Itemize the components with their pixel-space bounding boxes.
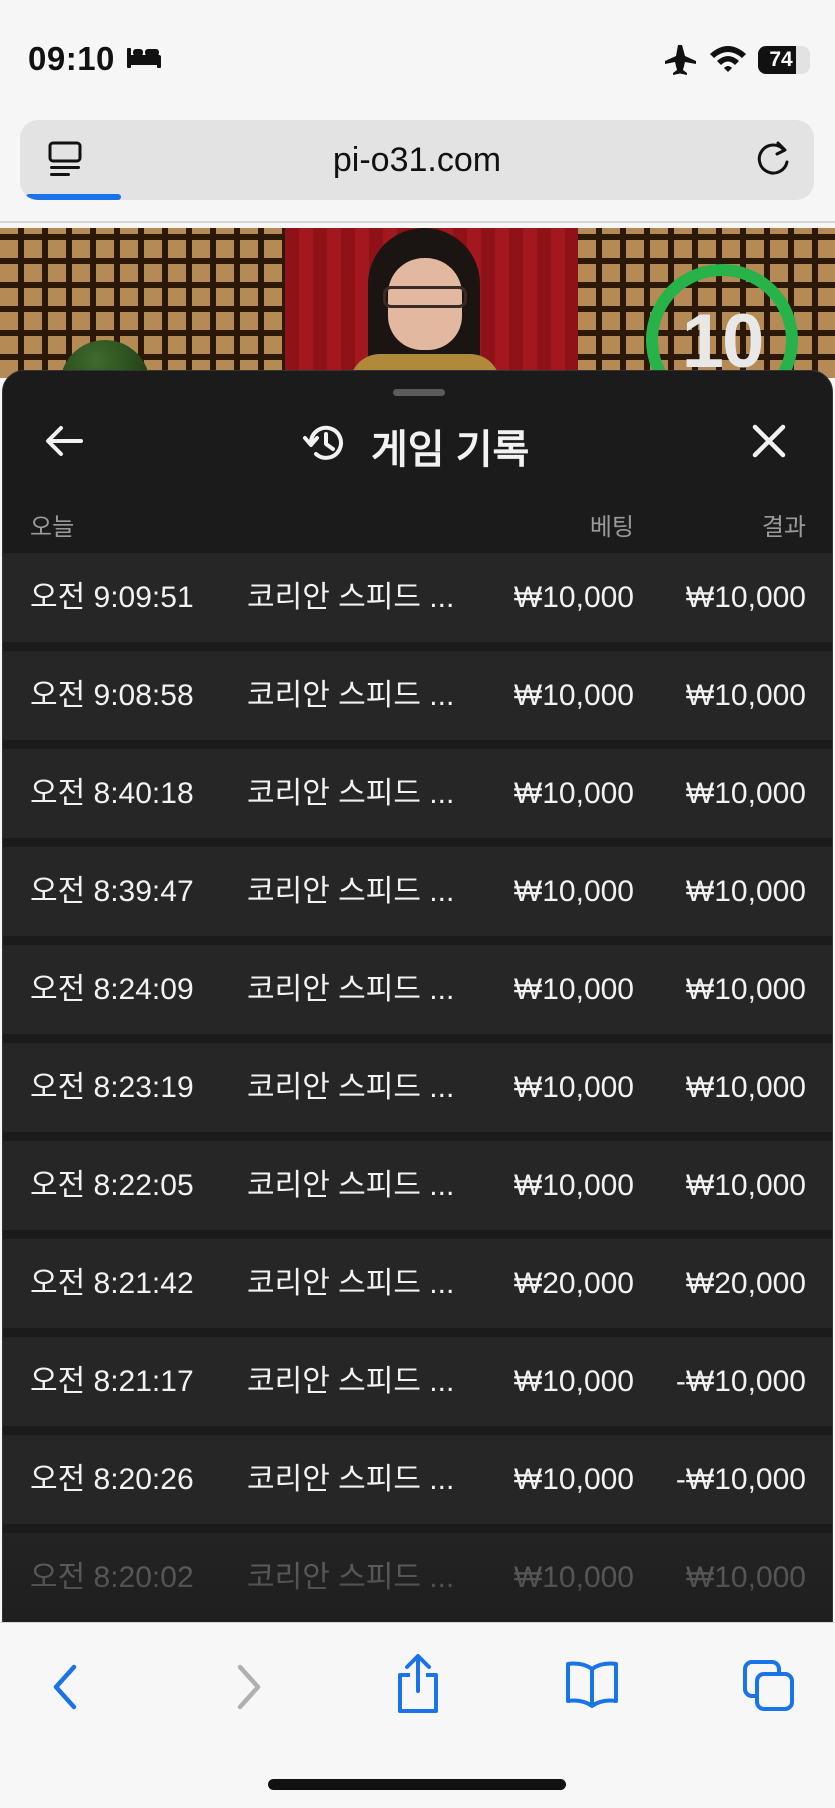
row-time: 오전 8:39:47	[30, 875, 194, 908]
live-video[interactable]: 10	[0, 228, 835, 378]
row-time: 오전 8:21:17	[30, 1365, 194, 1398]
row-result: -₩10,000	[675, 1365, 806, 1398]
row-result: ₩10,000	[685, 777, 806, 810]
sheet-grabber[interactable]	[393, 389, 445, 396]
row-bet: ₩10,000	[513, 1169, 634, 1202]
browser-toolbar	[0, 1622, 835, 1808]
history-row[interactable]: 오전 8:24:09 코리안 스피드 ... ₩10,000 ₩10,000	[3, 945, 832, 1034]
row-bet: ₩10,000	[513, 973, 634, 1006]
history-list: 오전 9:09:51 코리안 스피드 ... ₩10,000 ₩10,000 오…	[3, 553, 832, 1623]
row-game: 코리안 스피드 ...	[247, 1169, 455, 1202]
history-row[interactable]: 오전 8:23:19 코리안 스피드 ... ₩10,000 ₩10,000	[3, 1043, 832, 1132]
row-time: 오전 8:22:05	[30, 1169, 194, 1202]
row-bet: ₩10,000	[513, 875, 634, 908]
row-game: 코리안 스피드 ...	[247, 875, 455, 908]
divider	[0, 221, 835, 223]
row-result: ₩10,000	[685, 581, 806, 614]
battery-percent: 74	[769, 48, 793, 71]
row-result: ₩10,000	[685, 1071, 806, 1104]
row-game: 코리안 스피드 ...	[247, 777, 455, 810]
history-row[interactable]: 오전 8:21:42 코리안 스피드 ... ₩20,000 ₩20,000	[3, 1239, 832, 1328]
row-result: ₩10,000	[685, 1169, 806, 1202]
bed-icon	[127, 48, 161, 68]
history-row[interactable]: 오전 9:09:51 코리안 스피드 ... ₩10,000 ₩10,000	[3, 553, 832, 642]
history-row[interactable]: 오전 9:08:58 코리안 스피드 ... ₩10,000 ₩10,000	[3, 651, 832, 740]
row-bet: ₩10,000	[513, 581, 634, 614]
row-result: ₩20,000	[685, 1267, 806, 1300]
sheet-title: 게임 기록	[371, 428, 530, 472]
row-game: 코리안 스피드 ...	[247, 679, 455, 712]
game-history-sheet: 게임 기록 오늘 베팅 결과 오전 9:09:51 코리안 스피드 ... ₩1…	[2, 370, 833, 1624]
row-time: 오전 8:24:09	[30, 973, 194, 1006]
history-row[interactable]: 오전 8:20:02 코리안 스피드 ... ₩10,000 ₩10,000	[3, 1533, 832, 1622]
reload-icon[interactable]	[754, 140, 794, 180]
history-row[interactable]: 오전 8:21:17 코리안 스피드 ... ₩10,000 -₩10,000	[3, 1337, 832, 1426]
chevron-right-icon[interactable]	[230, 1659, 268, 1715]
row-time: 오전 8:21:42	[30, 1267, 194, 1300]
row-result: -₩10,000	[675, 1463, 806, 1496]
book-icon[interactable]	[564, 1659, 620, 1709]
column-header-result: 결과	[761, 514, 806, 541]
row-time: 오전 8:23:19	[30, 1071, 194, 1104]
row-time: 오전 9:08:58	[30, 679, 194, 712]
lattice-decoration	[0, 228, 285, 378]
home-indicator[interactable]	[268, 1779, 566, 1790]
row-time: 오전 9:09:51	[30, 581, 194, 614]
row-game: 코리안 스피드 ...	[247, 1561, 455, 1594]
history-row[interactable]: 오전 8:40:18 코리안 스피드 ... ₩10,000 ₩10,000	[3, 749, 832, 838]
row-bet: ₩10,000	[513, 1463, 634, 1496]
address-bar[interactable]: pi-o31.com	[20, 120, 814, 200]
airplane-icon	[665, 45, 696, 75]
history-icon	[303, 425, 343, 460]
countdown-number: 10	[681, 299, 765, 378]
status-bar: 09:10 74	[0, 0, 835, 116]
row-bet: ₩10,000	[513, 777, 634, 810]
row-bet: ₩10,000	[513, 679, 634, 712]
column-header-today: 오늘	[30, 514, 75, 541]
history-row[interactable]: 오전 8:22:05 코리안 스피드 ... ₩10,000 ₩10,000	[3, 1141, 832, 1230]
row-bet: ₩20,000	[513, 1267, 634, 1300]
row-result: ₩10,000	[685, 679, 806, 712]
battery-icon: 74	[758, 46, 810, 74]
row-time: 오전 8:20:26	[30, 1463, 194, 1496]
row-bet: ₩10,000	[513, 1071, 634, 1104]
row-game: 코리안 스피드 ...	[247, 1365, 455, 1398]
row-result: ₩10,000	[685, 875, 806, 908]
chevron-left-icon[interactable]	[46, 1659, 84, 1715]
row-game: 코리안 스피드 ...	[247, 973, 455, 1006]
column-header-bet: 베팅	[589, 514, 634, 541]
url-text[interactable]: pi-o31.com	[20, 120, 814, 200]
row-game: 코리안 스피드 ...	[247, 581, 455, 614]
wifi-icon	[710, 46, 746, 72]
row-bet: ₩10,000	[513, 1561, 634, 1594]
status-time: 09:10	[28, 40, 115, 77]
tabs-icon[interactable]	[742, 1659, 796, 1713]
row-time: 오전 8:40:18	[30, 777, 194, 810]
row-result: ₩10,000	[685, 973, 806, 1006]
row-bet: ₩10,000	[513, 1365, 634, 1398]
row-result: ₩10,000	[685, 1561, 806, 1594]
back-arrow-icon[interactable]	[43, 423, 85, 459]
row-game: 코리안 스피드 ...	[247, 1071, 455, 1104]
close-icon[interactable]	[751, 423, 787, 459]
dealer-glasses	[383, 286, 467, 308]
row-time: 오전 8:20:02	[30, 1561, 194, 1594]
share-icon[interactable]	[394, 1653, 442, 1715]
history-row[interactable]: 오전 8:39:47 코리안 스피드 ... ₩10,000 ₩10,000	[3, 847, 832, 936]
history-row[interactable]: 오전 8:20:26 코리안 스피드 ... ₩10,000 -₩10,000	[3, 1435, 832, 1524]
page-load-progress	[26, 194, 122, 200]
row-game: 코리안 스피드 ...	[247, 1267, 455, 1300]
row-game: 코리안 스피드 ...	[247, 1463, 455, 1496]
